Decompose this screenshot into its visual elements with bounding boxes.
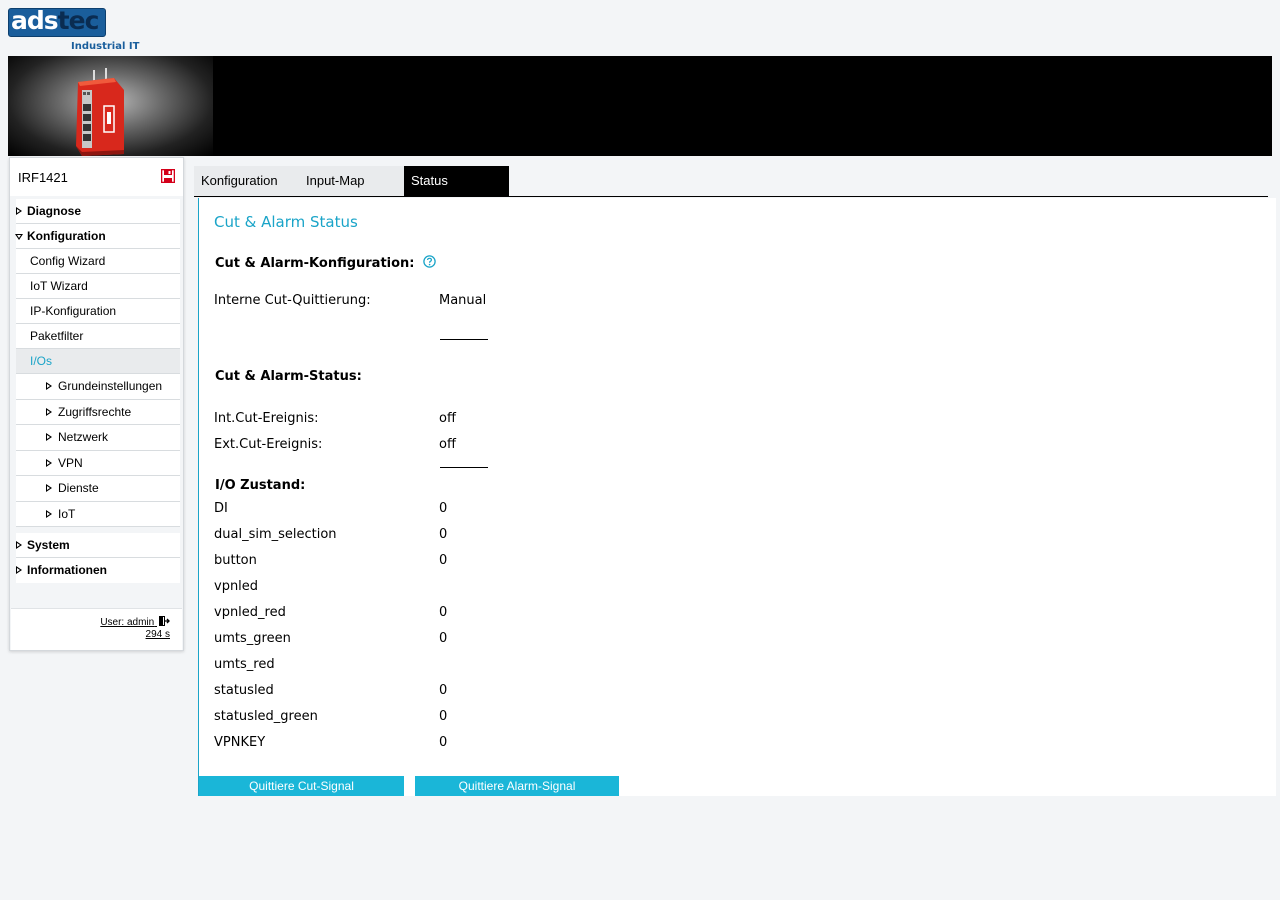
ack-cut-signal-button[interactable]: Quittiere Cut-Signal [199, 776, 404, 796]
io-value: 0 [439, 683, 448, 698]
sidebar-item-label: Paketfilter [30, 329, 84, 343]
io-name: vpnled_red [214, 605, 286, 620]
sidebar-item-ip-konfiguration[interactable]: IP-Konfiguration [16, 299, 180, 324]
sidebar-item-label: Grundeinstellungen [58, 379, 163, 393]
io-value: 0 [439, 605, 448, 620]
sidebar-footer: User: admin 294 s [11, 608, 182, 650]
sidebar-item-label: Informationen [27, 563, 107, 577]
sidebar-item-label: IP-Konfiguration [30, 304, 117, 318]
int-cut-value: off [439, 411, 456, 426]
logo-text: adstec [11, 6, 100, 35]
internal-ack-label: Interne Cut-Quittierung: [214, 293, 371, 308]
sidebar-item-label: Diagnose [27, 204, 82, 218]
sidebar-item-label: System [27, 538, 70, 552]
io-name: statusled_green [214, 709, 318, 724]
sidebar-item-netzwerk[interactable]: Netzwerk [16, 425, 180, 451]
sidebar-item-label: Config Wizard [30, 254, 106, 268]
tab-label: Input-Map [306, 173, 365, 188]
expand-triangle-icon [46, 407, 52, 416]
expand-triangle-icon [46, 509, 52, 518]
io-value: 0 [439, 501, 448, 516]
logo-brand-right: tec [57, 6, 100, 35]
internal-ack-value: Manual [439, 293, 487, 308]
sidebar-item-label: Zugriffsrechte [58, 404, 132, 419]
tab-status[interactable]: Status [404, 166, 509, 196]
tab-bar: Konfiguration Input-Map Status [194, 166, 1268, 197]
session-timer: 294 s [145, 629, 170, 640]
logout-icon[interactable] [159, 616, 170, 626]
config-section: Cut & Alarm-Konfiguration: [215, 255, 436, 271]
expand-triangle-icon [46, 433, 52, 441]
sidebar-item-iot[interactable]: IoT [16, 501, 180, 527]
ext-cut-label: Ext.Cut-Ereignis: [214, 437, 323, 452]
io-name: umts_green [214, 631, 291, 646]
sidebar-item-iot-wizard[interactable]: IoT Wizard [16, 274, 180, 299]
io-name: statusled [214, 683, 274, 698]
expand-triangle-icon [16, 566, 22, 574]
sidebar-item-paketfilter[interactable]: Paketfilter [16, 324, 180, 349]
tab-label: Konfiguration [201, 173, 278, 188]
io-name: dual_sim_selection [214, 527, 337, 542]
sidebar-item-diagnose[interactable]: Diagnose [16, 199, 180, 224]
sidebar-item-label: IoT [58, 506, 76, 521]
sidebar-header: IRF1421 [10, 158, 183, 196]
sidebar-item-label: I/Os [30, 354, 53, 368]
device-name: IRF1421 [18, 170, 68, 185]
sidebar-item-label: IoT Wizard [30, 279, 88, 293]
expand-triangle-icon [46, 382, 52, 390]
user-logout-link[interactable]: User: admin [100, 616, 170, 628]
main-content: Cut & Alarm Status Cut & Alarm-Konfigura… [198, 198, 1276, 796]
expand-triangle-icon [16, 207, 22, 215]
expand-triangle-icon [46, 484, 52, 492]
sidebar-item-system[interactable]: System [16, 533, 180, 558]
io-name: DI [214, 501, 228, 516]
sidebar-item-zugriffsrechte[interactable]: Zugriffsrechte [16, 399, 180, 425]
io-value: 0 [439, 709, 448, 724]
page-title: Cut & Alarm Status [214, 213, 358, 231]
io-name: button [214, 553, 257, 568]
status-heading: Cut & Alarm-Status: [215, 369, 362, 384]
divider [440, 467, 488, 468]
sidebar-item-konfiguration[interactable]: Konfiguration [15, 224, 180, 249]
tab-label: Status [411, 173, 448, 188]
logo-brand-left: ads [11, 6, 59, 35]
sidebar-item-label: Dienste [58, 481, 99, 495]
sidebar-item-grundeinstellungen[interactable]: Grundeinstellungen [16, 374, 180, 400]
sidebar-item-informationen[interactable]: Informationen [16, 558, 180, 583]
tab-konfiguration[interactable]: Konfiguration [194, 166, 299, 196]
io-value: 0 [439, 527, 448, 542]
sidebar-item-vpn[interactable]: VPN [16, 450, 180, 476]
io-heading: I/O Zustand: [215, 478, 306, 493]
collapse-triangle-icon [15, 234, 23, 240]
io-name: vpnled [214, 579, 259, 594]
adstec-logo: adstec Industrial IT [8, 6, 140, 54]
tab-input-map[interactable]: Input-Map [299, 166, 404, 196]
io-name: umts_red [214, 657, 275, 672]
config-heading: Cut & Alarm-Konfiguration: [215, 256, 415, 271]
sidebar-item-config-wizard[interactable]: Config Wizard [16, 249, 180, 274]
io-value: 0 [439, 631, 448, 646]
sidebar-item-label: VPN [58, 455, 83, 470]
io-name: VPNKEY [214, 735, 266, 750]
expand-triangle-icon [16, 541, 22, 549]
header-banner [8, 56, 1272, 156]
help-icon[interactable] [423, 255, 436, 268]
sidebar-nav: Diagnose Konfiguration Config Wizard IoT… [15, 199, 180, 583]
user-label: User: admin [100, 617, 155, 628]
int-cut-label: Int.Cut-Ereignis: [214, 411, 319, 426]
ext-cut-value: off [439, 437, 456, 452]
sidebar-item-label: Konfiguration [27, 229, 106, 243]
divider [440, 339, 488, 340]
router-device-image [76, 68, 124, 156]
sidebar-item-dienste[interactable]: Dienste [16, 476, 180, 502]
logo-tagline: Industrial IT [71, 41, 140, 52]
sidebar: IRF1421 Diagnose Konfiguration Config Wi… [9, 157, 184, 651]
io-value: 0 [439, 735, 448, 750]
expand-triangle-icon [46, 458, 52, 467]
sidebar-item-label: Netzwerk [58, 430, 109, 444]
ack-alarm-signal-button[interactable]: Quittiere Alarm-Signal [415, 776, 619, 796]
io-value: 0 [439, 553, 448, 568]
sidebar-item-ios[interactable]: I/Os [16, 349, 180, 374]
save-icon[interactable] [161, 169, 175, 183]
